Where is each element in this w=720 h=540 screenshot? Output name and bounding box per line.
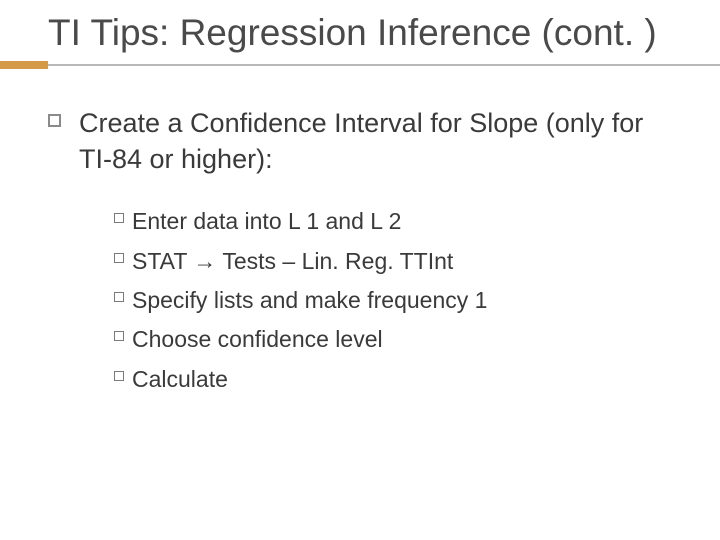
square-bullet-icon — [114, 253, 124, 263]
list-item: Specify lists and make frequency 1 — [114, 284, 660, 317]
sub-item-rest: lists and make frequency 1 — [207, 287, 487, 313]
rule-accent — [0, 61, 48, 69]
sub-item-first: Calculate — [132, 366, 228, 392]
sub-item-rest: data into L 1 and L 2 — [187, 208, 401, 234]
sub-item-text: Specify lists and make frequency 1 — [132, 284, 487, 317]
square-bullet-icon — [114, 292, 124, 302]
slide-title: TI Tips: Regression Inference (cont. ) — [48, 12, 720, 55]
title-rule — [0, 61, 720, 69]
sub-item-first: Specify — [132, 287, 207, 313]
title-block: TI Tips: Regression Inference (cont. ) — [0, 0, 720, 55]
square-bullet-icon — [114, 213, 124, 223]
list-item: Calculate — [114, 363, 660, 396]
slide: TI Tips: Regression Inference (cont. ) C… — [0, 0, 720, 540]
main-item-text: Create a Confidence Interval for Slope (… — [79, 105, 660, 178]
rule-line — [48, 64, 720, 66]
content-area: Create a Confidence Interval for Slope (… — [0, 69, 720, 397]
sub-item-first: Enter — [132, 208, 187, 234]
list-item: Choose confidence level — [114, 323, 660, 356]
sub-item-text: Enter data into L 1 and L 2 — [132, 205, 401, 238]
arrow-icon: → — [193, 245, 216, 278]
sub-item-rest: Tests – Lin. Reg. TTInt — [216, 248, 453, 274]
sub-item-text: Choose confidence level — [132, 323, 383, 356]
sub-item-text: STAT → Tests – Lin. Reg. TTInt — [132, 245, 453, 278]
list-item: STAT → Tests – Lin. Reg. TTInt — [114, 245, 660, 278]
sub-list: Enter data into L 1 and L 2 STAT → Tests… — [114, 205, 660, 396]
sub-item-text: Calculate — [132, 363, 228, 396]
sub-item-first: STAT — [132, 248, 187, 274]
main-bullet-item: Create a Confidence Interval for Slope (… — [48, 105, 660, 178]
square-bullet-icon — [114, 331, 124, 341]
sub-item-rest: confidence level — [211, 326, 382, 352]
sub-item-first: Choose — [132, 326, 211, 352]
square-bullet-icon — [114, 371, 124, 381]
square-bullet-icon — [48, 114, 61, 127]
list-item: Enter data into L 1 and L 2 — [114, 205, 660, 238]
